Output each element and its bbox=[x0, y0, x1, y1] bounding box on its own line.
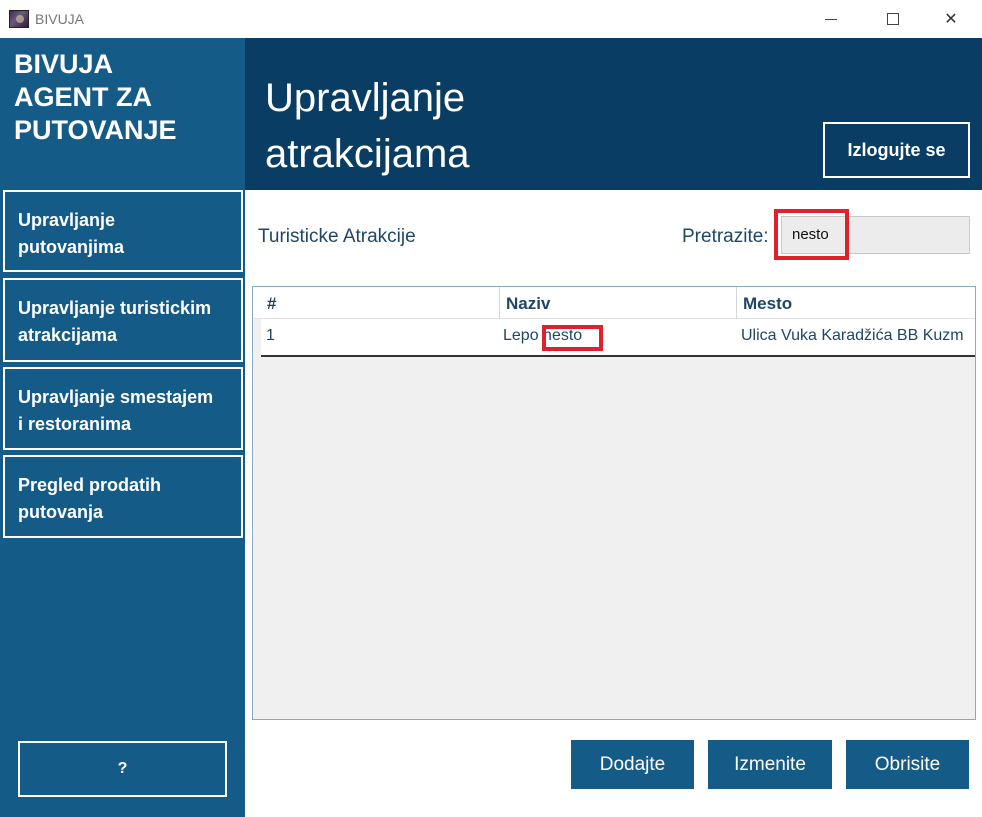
column-header-number[interactable]: # bbox=[261, 287, 500, 319]
window-title: BIVUJA bbox=[35, 11, 85, 27]
column-header-place[interactable]: Mesto bbox=[737, 287, 975, 319]
sidebar: BIVUJA AGENT ZA PUTOVANJE Upravljanje pu… bbox=[0, 38, 245, 817]
brand-title: BIVUJA AGENT ZA PUTOVANJE bbox=[14, 49, 177, 145]
minimize-icon bbox=[825, 18, 837, 20]
minimize-button[interactable] bbox=[808, 0, 854, 38]
cell-number: 1 bbox=[266, 327, 275, 344]
maximize-icon bbox=[887, 13, 899, 25]
close-icon: ✕ bbox=[944, 11, 958, 28]
table-row[interactable]: 1 Lepo nesto Ulica Vuka Karadžića BB Kuz… bbox=[261, 319, 975, 357]
app-window: BIVUJA ✕ BIVUJA AGENT ZA PUTOVANJE Uprav… bbox=[0, 0, 982, 817]
table-header: # Naziv Mesto bbox=[253, 287, 975, 319]
add-button[interactable]: Dodajte bbox=[571, 740, 694, 789]
logout-button[interactable]: Izlogujte se bbox=[823, 122, 970, 178]
title-bar: BIVUJA ✕ bbox=[0, 0, 982, 38]
section-label: Turisticke Atrakcije bbox=[258, 226, 416, 247]
search-input[interactable]: nesto bbox=[781, 216, 970, 254]
cell-place: Ulica Vuka Karadžića BB Kuzm bbox=[741, 327, 964, 344]
search-label: Pretrazite: bbox=[682, 226, 769, 247]
page-header: Upravljanje atrakcijama Izlogujte se bbox=[245, 38, 982, 190]
cell-name: Lepo nesto bbox=[503, 327, 583, 344]
app-logo-icon bbox=[9, 10, 29, 28]
page-title: Upravljanje atrakcijama bbox=[265, 76, 470, 176]
edit-button[interactable]: Izmenite bbox=[708, 740, 832, 789]
help-button[interactable]: ? bbox=[18, 741, 227, 797]
close-button[interactable]: ✕ bbox=[928, 0, 974, 38]
delete-button[interactable]: Obrisite bbox=[846, 740, 969, 789]
nav-upravljanje-turistickim-atrakcijama[interactable]: Upravljanje turistickim atrakcijama bbox=[3, 278, 243, 362]
nav-upravljanje-smestajem[interactable]: Upravljanje smestajem i restoranima bbox=[3, 367, 243, 450]
nav-pregled-prodatih-putovanja[interactable]: Pregled prodatih putovanja bbox=[3, 455, 243, 538]
nav-upravljanje-putovanjima[interactable]: Upravljanje putovanjima bbox=[3, 190, 243, 272]
column-header-name[interactable]: Naziv bbox=[500, 287, 737, 319]
attractions-table: # Naziv Mesto 1 Lepo nesto Ulica Vuka Ka… bbox=[252, 286, 976, 720]
maximize-button[interactable] bbox=[870, 0, 916, 38]
